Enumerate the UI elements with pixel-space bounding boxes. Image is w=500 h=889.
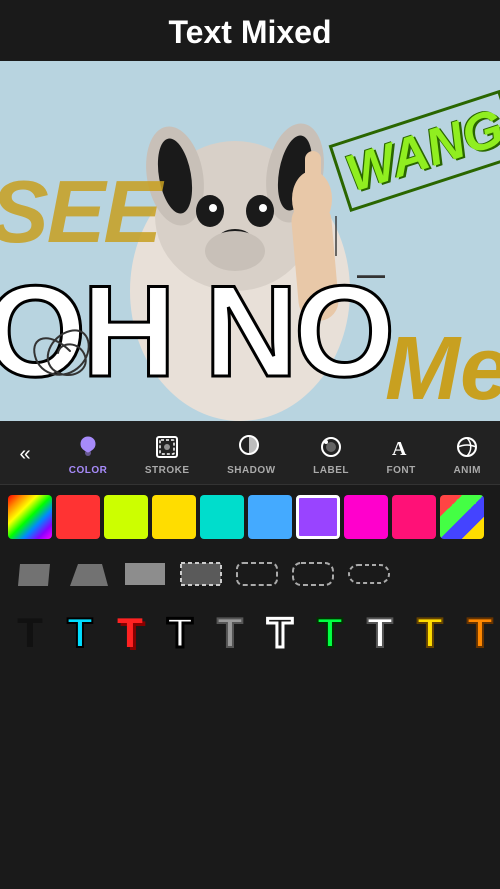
tool-color[interactable]: COLOR bbox=[61, 429, 116, 480]
toolbar: « COLOR STROKE SHADOW bbox=[0, 421, 500, 485]
color-label: COLOR bbox=[69, 465, 108, 476]
shape-strip bbox=[0, 549, 500, 599]
svg-text:A: A bbox=[392, 438, 407, 460]
tool-stroke[interactable]: STROKE bbox=[137, 429, 198, 480]
rounded-dashed-icon bbox=[232, 556, 282, 592]
trapezoid-icon bbox=[64, 556, 114, 592]
color-swatch-magenta[interactable] bbox=[344, 495, 388, 539]
back-button[interactable]: « bbox=[0, 443, 50, 466]
header: Text Mixed bbox=[0, 0, 500, 61]
shape-dotted-rect[interactable] bbox=[176, 555, 226, 593]
shadow-icon bbox=[237, 433, 265, 461]
letter-style-outline[interactable]: T bbox=[256, 607, 304, 659]
color-swatch-rainbow[interactable] bbox=[8, 495, 52, 539]
color-swatch-sky[interactable] bbox=[248, 495, 292, 539]
dotted-rect-icon bbox=[176, 556, 226, 592]
color-icon bbox=[74, 433, 102, 461]
shape-trapezoid[interactable] bbox=[64, 555, 114, 593]
shape-rounded-rect[interactable] bbox=[288, 555, 338, 593]
tool-items: COLOR STROKE SHADOW bbox=[50, 429, 500, 480]
chevron-left-icon: « bbox=[19, 443, 30, 466]
stroke-icon bbox=[153, 433, 181, 461]
anim-icon bbox=[453, 433, 481, 461]
canvas-text-dash: — bbox=[357, 259, 385, 291]
color-swatch-red[interactable] bbox=[56, 495, 100, 539]
letter-style-green[interactable]: T bbox=[306, 607, 354, 659]
rectangle-icon bbox=[120, 556, 170, 592]
pill-icon bbox=[344, 556, 394, 592]
letter-style-white-black[interactable]: T bbox=[156, 607, 204, 659]
shadow-label: SHADOW bbox=[227, 465, 276, 476]
shape-rectangle[interactable] bbox=[120, 555, 170, 593]
color-swatch-yellow-green[interactable] bbox=[104, 495, 148, 539]
letter-style-orange[interactable]: T bbox=[456, 607, 500, 659]
canvas-cursor bbox=[335, 216, 337, 256]
shape-parallelogram-1[interactable] bbox=[8, 555, 58, 593]
shape-pill[interactable] bbox=[344, 555, 394, 593]
tool-anim[interactable]: ANIM bbox=[445, 429, 489, 480]
letter-style-white-gray[interactable]: T bbox=[356, 607, 404, 659]
canvas-text-see: SEE bbox=[0, 161, 160, 263]
letter-style-cyan[interactable]: T bbox=[56, 607, 104, 659]
letter-style-black[interactable]: T bbox=[6, 607, 54, 659]
canvas-scribble bbox=[20, 311, 120, 391]
label-icon bbox=[317, 433, 345, 461]
tool-label[interactable]: LABEL bbox=[305, 429, 357, 480]
label-label: LABEL bbox=[313, 465, 349, 476]
color-swatch-teal[interactable] bbox=[200, 495, 244, 539]
page-title: Text Mixed bbox=[0, 14, 500, 51]
color-swatch-multicolor[interactable] bbox=[440, 495, 484, 539]
letter-style-yellow[interactable]: T bbox=[406, 607, 454, 659]
color-strip bbox=[0, 485, 500, 549]
color-swatch-yellow[interactable] bbox=[152, 495, 196, 539]
rounded-rect-icon bbox=[288, 556, 338, 592]
color-swatch-hot-pink[interactable] bbox=[392, 495, 436, 539]
stroke-label: STROKE bbox=[145, 465, 190, 476]
font-label: FONT bbox=[387, 465, 416, 476]
color-swatch-purple[interactable] bbox=[296, 495, 340, 539]
parallelogram-icon bbox=[8, 556, 58, 592]
tool-shadow[interactable]: SHADOW bbox=[219, 429, 284, 480]
letter-style-gray[interactable]: T bbox=[206, 607, 254, 659]
letter-style-red-shadow[interactable]: T bbox=[106, 607, 154, 659]
tool-font[interactable]: A FONT bbox=[379, 429, 424, 480]
canvas-area[interactable]: SEE WANG OH NO — Me bbox=[0, 61, 500, 421]
shape-rounded-dashed[interactable] bbox=[232, 555, 282, 593]
letter-strip: T T T T T T T T T T bbox=[0, 599, 500, 667]
canvas-text-me: Me bbox=[385, 318, 500, 421]
anim-label: ANIM bbox=[453, 465, 481, 476]
font-icon: A bbox=[387, 433, 415, 461]
